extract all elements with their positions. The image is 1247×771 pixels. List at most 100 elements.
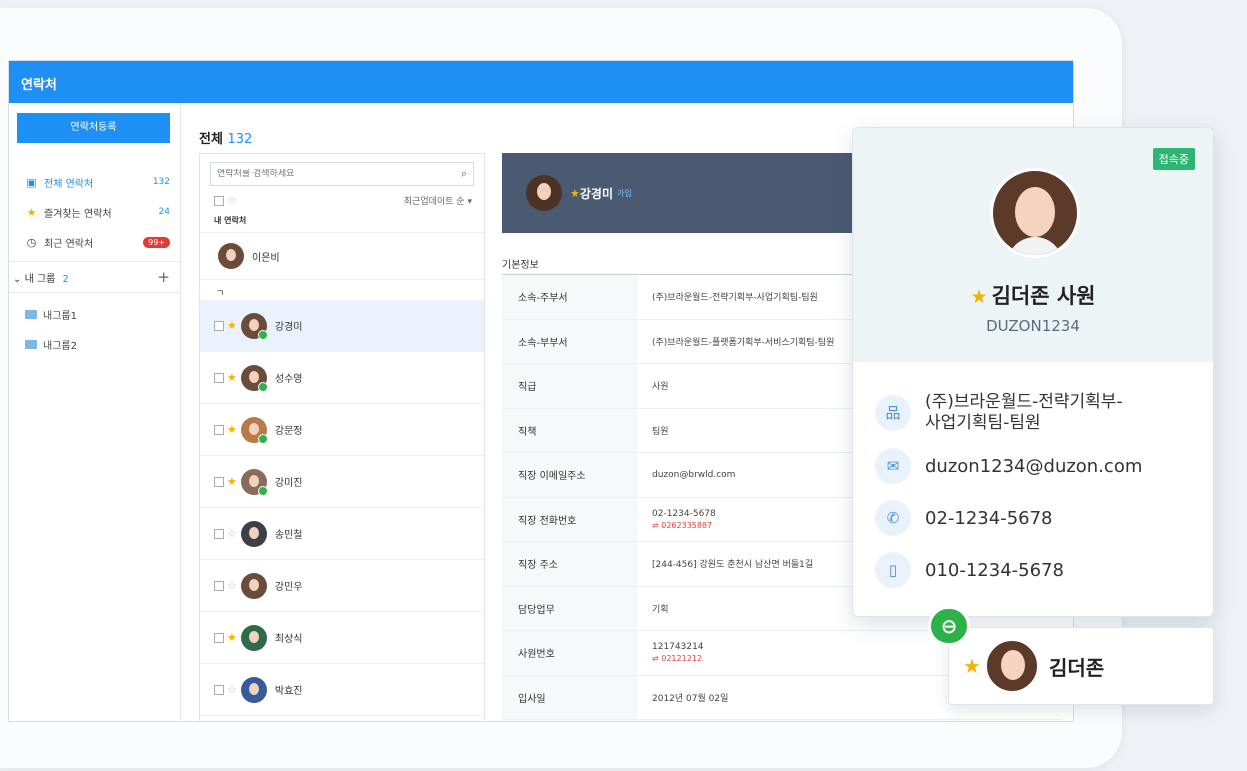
- contact-row[interactable]: ★ 성수영: [200, 352, 484, 404]
- info-key: 직책: [502, 408, 638, 452]
- mobile-text[interactable]: 010-1234-5678: [925, 560, 1064, 581]
- search-icon[interactable]: ⌕: [461, 167, 467, 181]
- search-input[interactable]: [217, 169, 461, 179]
- group-label: 내그룹1: [43, 310, 77, 322]
- row-checkbox[interactable]: [214, 528, 224, 539]
- mini-profile-card[interactable]: ★ 김더존: [948, 627, 1214, 705]
- link-icon: [257, 485, 268, 496]
- star-outline-icon[interactable]: ☆: [227, 683, 237, 696]
- row-checkbox[interactable]: [214, 424, 224, 435]
- contact-row[interactable]: ★ 최상식: [200, 612, 484, 664]
- avatar: [240, 624, 267, 651]
- page-title: 전체 132: [199, 128, 252, 147]
- select-all-checkbox[interactable]: [214, 195, 224, 206]
- contact-row[interactable]: ★ 강경미: [200, 300, 484, 352]
- link-icon: ⊖: [928, 606, 970, 646]
- org-row: 品 (주)브라운월드-전략기획부- 사업기획팀-팀원: [853, 392, 1213, 434]
- profile-card: 접속중 ★ 김더존 사원 DUZON1234 品 (주)브라운월드-전략기획부- 사…: [852, 127, 1214, 617]
- star-outline-icon[interactable]: ☆: [227, 194, 237, 207]
- star-icon: ★: [26, 205, 37, 219]
- join-tag: 가입: [617, 188, 632, 198]
- contact-name: 강민우: [274, 582, 303, 593]
- contact-row[interactable]: ☆ 강민우: [200, 560, 484, 612]
- row-checkbox[interactable]: [214, 320, 224, 331]
- folder-icon: [25, 339, 37, 349]
- email-row[interactable]: ✉ duzon1234@duzon.com: [853, 448, 1213, 484]
- folder-icon: [25, 309, 37, 319]
- star-outline-icon[interactable]: ☆: [227, 579, 237, 592]
- sidebar-item-count: 132: [152, 177, 170, 187]
- star-icon[interactable]: ★: [227, 423, 237, 436]
- app-title: 연락처: [21, 78, 57, 93]
- group-label: 내그룹2: [43, 340, 77, 352]
- profile-id: DUZON1234: [986, 317, 1080, 335]
- mini-profile-name: 김더존: [1048, 655, 1105, 680]
- row-checkbox[interactable]: [214, 476, 224, 487]
- info-key: 소속-부부서: [502, 319, 638, 363]
- contact-name: 최상식: [274, 634, 303, 645]
- phone-row[interactable]: ✆ 02-1234-5678: [853, 500, 1213, 536]
- info-key: 직장 전화번호: [502, 497, 638, 541]
- avatar: [990, 168, 1080, 258]
- contact-row[interactable]: ☆ 송민철: [200, 508, 484, 560]
- row-checkbox[interactable]: [214, 372, 224, 383]
- info-key: 소속-주부서: [502, 275, 638, 319]
- star-icon: ★: [963, 654, 981, 678]
- info-key: 직장 주소: [502, 542, 638, 586]
- register-contact-button[interactable]: 연락처등록: [17, 113, 170, 143]
- star-icon[interactable]: ★: [227, 631, 237, 644]
- sidebar-item-favorites[interactable]: ★ 즐겨찾는 연락처 24: [9, 197, 180, 227]
- my-contact-row[interactable]: 이은비: [200, 232, 484, 280]
- sidebar-item-all-contacts[interactable]: ▣ 전체 연락처 132: [9, 167, 180, 197]
- info-key: 담당업무: [502, 586, 638, 630]
- total-count: 132: [227, 132, 253, 147]
- my-groups-header[interactable]: ⌄ 내 그룹 2 +: [9, 261, 180, 293]
- avatar: [240, 520, 267, 547]
- link-icon: [257, 329, 268, 340]
- contact-row[interactable]: ★ 강문정: [200, 404, 484, 456]
- sidebar-item-label: 즐겨찾는 연락처: [44, 208, 112, 220]
- sidebar: 연락처등록 ▣ 전체 연락처 132 ★ 즐겨찾는 연락처 24 ◷ 최근 연락…: [9, 103, 181, 721]
- phone-icon: ✆: [875, 500, 911, 536]
- org-text: (주)브라운월드-전략기획부- 사업기획팀-팀원: [925, 392, 1123, 434]
- row-checkbox[interactable]: [214, 580, 224, 591]
- add-group-icon[interactable]: +: [157, 268, 170, 286]
- link-icon: ⇌: [652, 654, 659, 664]
- mobile-row[interactable]: ▯ 010-1234-5678: [853, 552, 1213, 588]
- info-sub-text: 0262335887: [661, 520, 713, 530]
- star-icon[interactable]: ★: [227, 475, 237, 488]
- phone-text[interactable]: 02-1234-5678: [925, 508, 1053, 529]
- sidebar-item-label: 최근 연락처: [44, 238, 94, 250]
- contact-row[interactable]: ★ 강미진: [200, 456, 484, 508]
- profile-name-text: 김더존 사원: [991, 284, 1096, 308]
- sidebar-item-group-2[interactable]: 내그룹2: [9, 329, 180, 359]
- email-text[interactable]: duzon1234@duzon.com: [925, 456, 1142, 477]
- row-checkbox[interactable]: [214, 632, 224, 643]
- sidebar-item-group-1[interactable]: 내그룹1: [9, 299, 180, 329]
- sidebar-item-recent[interactable]: ◷ 최근 연락처 99+: [9, 227, 180, 257]
- contacts-book-icon: ▣: [26, 175, 37, 189]
- contact-name: 송민철: [274, 530, 303, 541]
- star-icon[interactable]: ★: [227, 371, 237, 384]
- link-icon: [257, 433, 268, 444]
- info-key: 직장 이메일주소: [502, 453, 638, 497]
- org-line-2: 사업기획팀-팀원: [925, 413, 1041, 433]
- my-contacts-label: 내 연락처: [214, 216, 247, 225]
- avatar: [984, 639, 1039, 693]
- avatar: [218, 243, 244, 269]
- row-checkbox[interactable]: [214, 684, 224, 695]
- star-icon[interactable]: ★: [971, 286, 988, 308]
- profile-name: ★ 김더존 사원: [853, 280, 1213, 310]
- clock-icon: ◷: [26, 235, 37, 249]
- star-icon[interactable]: ★: [227, 319, 237, 332]
- contact-name: 강경미: [274, 322, 303, 333]
- list-toolbar: ☆ 최근업데이트 순 ▾: [200, 186, 484, 207]
- star-icon[interactable]: ★: [570, 187, 580, 200]
- star-outline-icon[interactable]: ☆: [227, 527, 237, 540]
- contact-row[interactable]: ☆ 박효진: [200, 664, 484, 716]
- sort-dropdown[interactable]: 최근업데이트 순 ▾: [404, 194, 472, 207]
- index-letter: ㄱ: [216, 289, 225, 299]
- group-header-text: 내 그룹: [24, 273, 56, 285]
- avatar: [240, 572, 267, 599]
- sort-label: 최근업데이트 순: [403, 197, 465, 207]
